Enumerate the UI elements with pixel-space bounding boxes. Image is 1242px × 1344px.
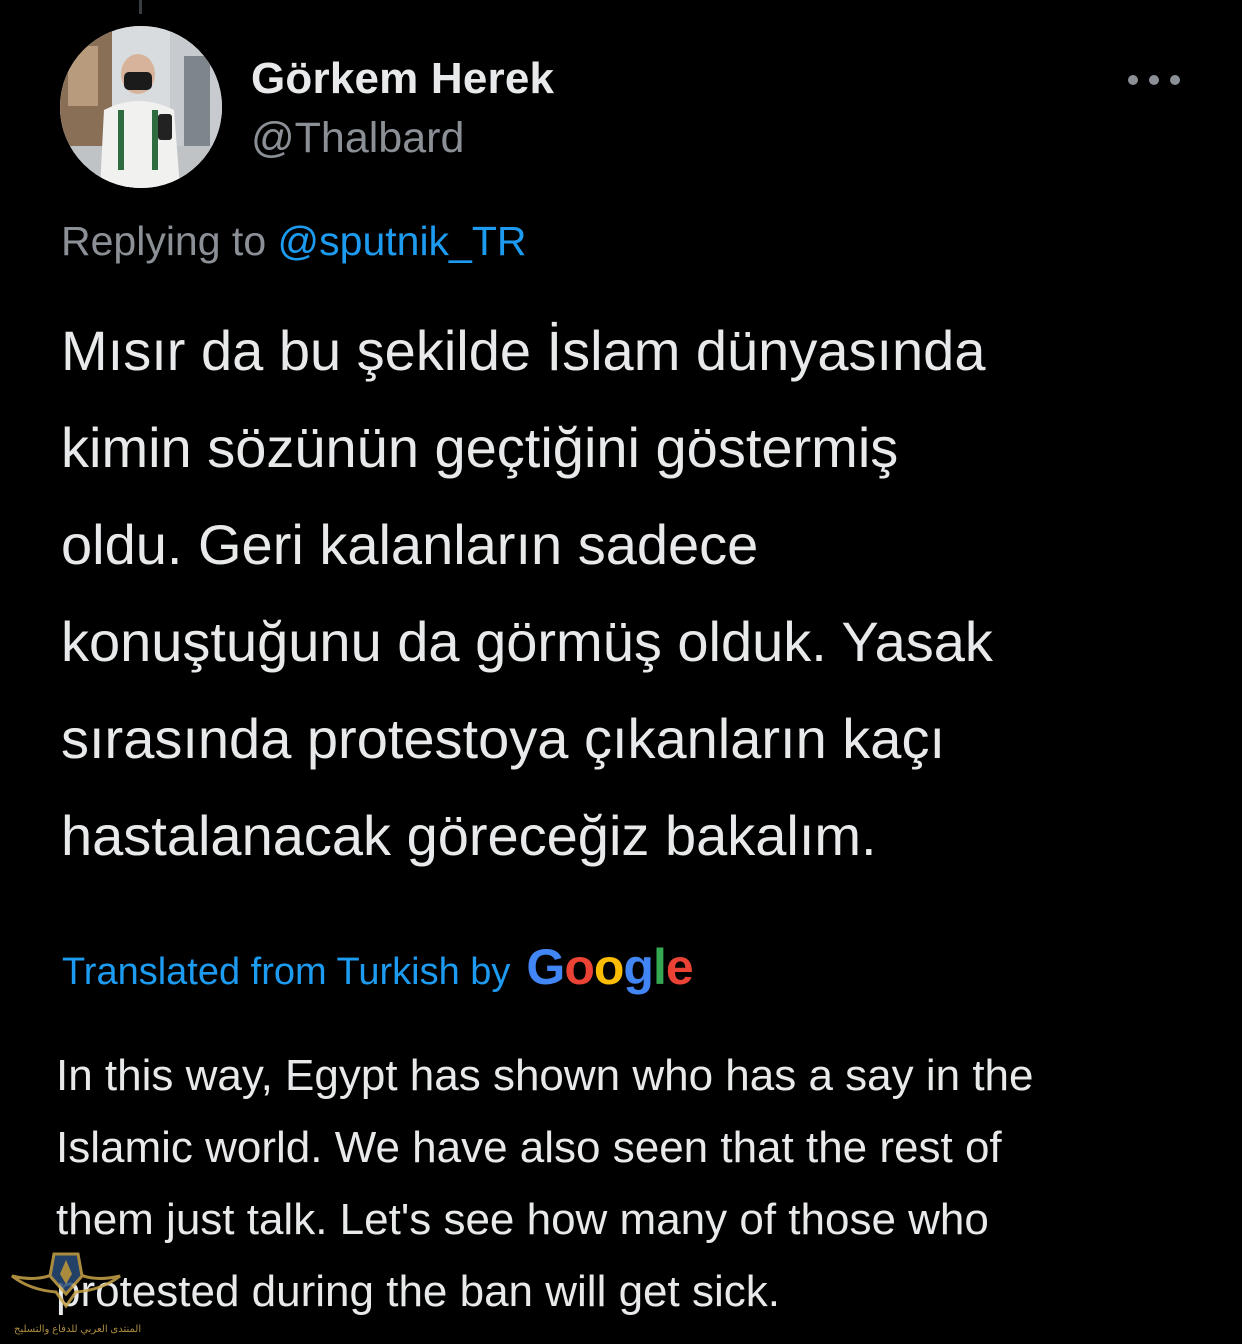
more-horizontal-icon-dot [1149, 75, 1159, 85]
tweet-text-line: sırasında protestoya çıkanların kaçı [61, 707, 945, 770]
avatar[interactable] [60, 26, 222, 188]
google-logo-letter: l [652, 939, 667, 995]
replying-to-mention-link[interactable]: @sputnik_TR [278, 218, 527, 264]
google-logo-letter: o [593, 939, 625, 995]
more-horizontal-icon [1128, 75, 1138, 85]
more-horizontal-icon-dot [1170, 75, 1180, 85]
translation-text-line: them just talk. Let's see how many of th… [56, 1195, 989, 1244]
translation-text-line: Islamic world. We have also seen that th… [56, 1123, 1002, 1172]
google-logo-letter: o [564, 939, 595, 995]
translation-text-line: protested during the ban will get sick. [56, 1267, 780, 1316]
tweet-text-line: Mısır da bu şekilde İslam dünyasında [61, 319, 986, 382]
tweet-text-line: hastalanacak göreceğiz bakalım. [61, 804, 877, 867]
tweet-text: Mısır da bu şekilde İslam dünyasında kim… [61, 302, 1191, 884]
replying-to-line: Replying to @sputnik_TR [61, 218, 527, 265]
thread-connector-line [139, 0, 142, 14]
translation-text-line: In this way, Egypt has shown who has a s… [56, 1051, 1034, 1100]
author-handle[interactable]: @Thalbard [251, 114, 464, 163]
replying-to-label: Replying to [61, 218, 267, 264]
tweet-text-line: oldu. Geri kalanların sadece [61, 513, 759, 576]
translated-from-link[interactable]: Translated from Turkish by Google [62, 938, 694, 996]
tweet-text-line: kimin sözünün geçtiğini göstermiş [61, 416, 899, 479]
forum-watermark: المنتدى العربي للدفاع والتسليح [6, 1246, 156, 1342]
translation-text: In this way, Egypt has shown who has a s… [56, 1040, 1206, 1328]
google-logo-letter: g [623, 939, 654, 995]
shield-logo-icon [11, 1252, 121, 1309]
avatar-photo [60, 26, 222, 188]
author-display-name[interactable]: Görkem Herek [251, 54, 554, 104]
watermark-text: المنتدى العربي للدفاع والتسليح [14, 1324, 142, 1335]
google-logo-letter: e [665, 939, 694, 995]
translated-from-label: Translated from Turkish by [62, 951, 511, 993]
tweet-text-line: konuştuğunu da görmüş olduk. Yasak [61, 610, 993, 673]
google-logo: Google [526, 938, 694, 996]
more-options-button[interactable] [1128, 60, 1180, 100]
google-logo-letter: G [526, 939, 565, 995]
